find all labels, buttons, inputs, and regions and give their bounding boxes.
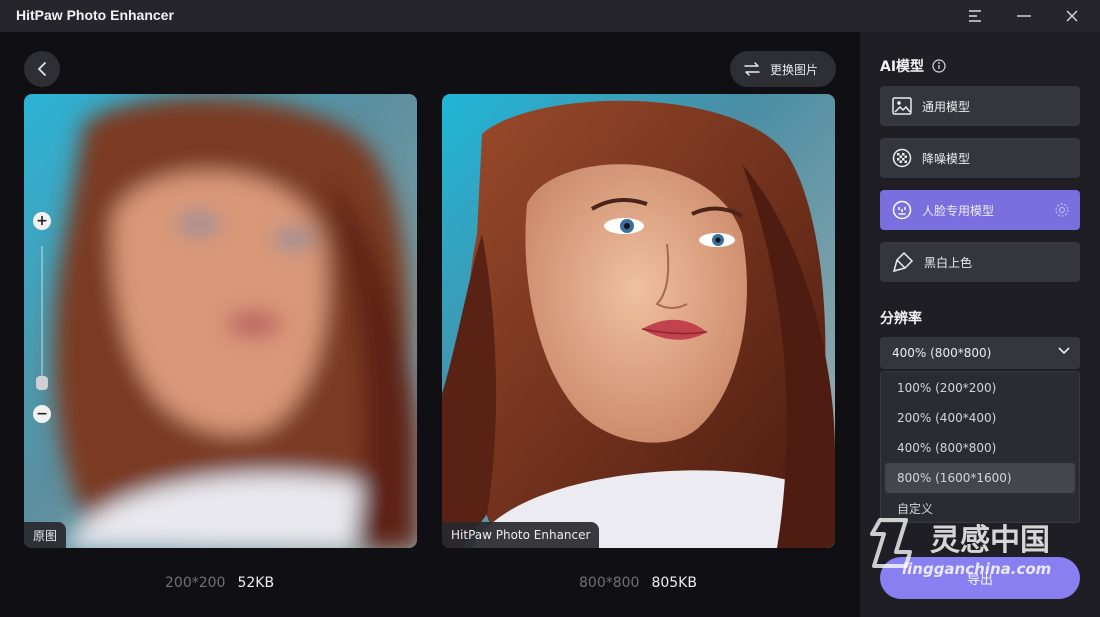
resolution-option-800[interactable]: 800% (1600*1600)	[885, 463, 1075, 493]
image-icon	[892, 97, 912, 115]
menu-icon	[969, 10, 981, 22]
resolution-option-400[interactable]: 400% (800*800)	[885, 433, 1075, 463]
minimize-icon	[1017, 15, 1031, 17]
model-face-label: 人脸专用模型	[922, 203, 995, 218]
zoom-slider-track[interactable]	[41, 246, 43, 386]
swap-icon	[744, 62, 760, 76]
change-image-label: 更换图片	[770, 62, 819, 77]
model-denoise-button[interactable]: 降噪模型	[880, 138, 1080, 178]
change-image-button[interactable]: 更换图片	[730, 51, 836, 87]
model-general-button[interactable]: 通用模型	[880, 86, 1080, 126]
enhanced-photo	[442, 94, 835, 548]
original-photo	[24, 94, 417, 548]
colorize-icon	[892, 251, 914, 273]
face-icon	[892, 200, 912, 220]
enhanced-file-size: 805KB	[651, 575, 697, 591]
resolution-option-200[interactable]: 200% (400*400)	[885, 403, 1075, 433]
model-colorize-button[interactable]: 黑白上色	[880, 242, 1080, 282]
enhanced-tag: HitPaw Photo Enhancer	[442, 522, 600, 548]
original-info: 200*200 52KB	[165, 575, 274, 591]
enhanced-image-panel: HitPaw Photo Enhancer	[442, 94, 835, 548]
original-file-size: 52KB	[237, 575, 275, 591]
model-face-button[interactable]: 人脸专用模型	[880, 190, 1080, 230]
minus-icon: −	[36, 406, 48, 422]
zoom-out-button[interactable]: −	[33, 405, 51, 423]
resolution-dropdown: 100% (200*200) 200% (400*400) 400% (800*…	[880, 371, 1080, 523]
title-bar: HitPaw Photo Enhancer	[0, 0, 1100, 32]
info-icon[interactable]	[932, 59, 946, 73]
model-colorize-label: 黑白上色	[924, 255, 973, 270]
settings-sidebar: AI模型 通用模型 降噪模型 人脸专用模型 黑白上色 分辨率 400% (800…	[860, 32, 1100, 617]
original-tag: 原图	[24, 522, 67, 548]
close-icon	[1066, 10, 1078, 22]
resolution-select[interactable]: 400% (800*800)	[880, 337, 1080, 369]
ai-model-heading: AI模型	[880, 56, 946, 76]
chevron-down-icon	[1058, 347, 1070, 355]
enhanced-info: 800*800 805KB	[579, 575, 697, 591]
ai-model-title: AI模型	[880, 59, 925, 75]
resolution-option-100[interactable]: 100% (200*200)	[885, 373, 1075, 403]
plus-icon: +	[36, 213, 48, 229]
gear-icon[interactable]	[1054, 202, 1070, 218]
enhanced-dimensions: 800*800	[579, 575, 640, 591]
zoom-in-button[interactable]: +	[33, 212, 51, 230]
resolution-option-custom[interactable]: 自定义	[885, 493, 1075, 523]
app-title: HitPaw Photo Enhancer	[16, 7, 174, 23]
original-dimensions: 200*200	[165, 575, 226, 591]
resolution-title: 分辨率	[880, 311, 922, 327]
menu-button[interactable]	[952, 0, 998, 32]
minimize-button[interactable]	[1001, 0, 1047, 32]
zoom-slider-handle[interactable]	[36, 376, 48, 390]
export-button[interactable]: 导出	[880, 557, 1080, 599]
noise-icon	[892, 148, 912, 168]
close-button[interactable]	[1049, 0, 1095, 32]
resolution-heading: 分辨率	[880, 308, 922, 328]
back-button[interactable]	[24, 51, 60, 87]
chevron-left-icon	[37, 62, 46, 76]
zoom-control: + −	[33, 212, 51, 423]
original-image-panel: + − 原图	[24, 94, 417, 548]
preview-area: 更换图片 + − 原图 HitPaw Photo Enhancer 200*20…	[0, 32, 860, 617]
resolution-selected-value: 400% (800*800)	[892, 346, 992, 360]
model-denoise-label: 降噪模型	[922, 151, 971, 166]
model-general-label: 通用模型	[922, 99, 971, 114]
